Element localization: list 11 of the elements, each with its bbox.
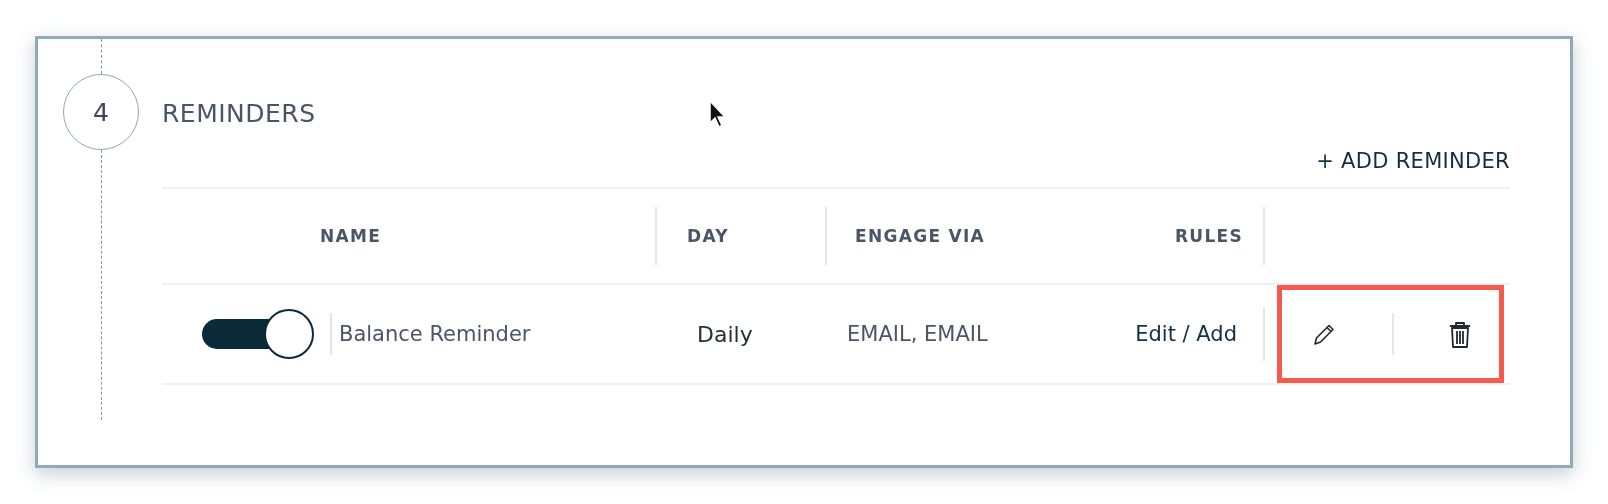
day-cell-text: Daily [696,321,753,347]
rules-link[interactable]: Edit / Add [1135,322,1237,346]
column-header: DAY [687,226,729,246]
reminder-name: Balance Reminder [339,322,531,346]
column-header: ENGAGE VIA [855,226,986,246]
section-title: REMINDERS [162,99,316,129]
column-header: NAME [320,226,382,246]
engage-via-cell-text: EMAIL, EMAIL [846,322,988,346]
toggle-switch[interactable] [202,309,314,359]
add-reminder-button[interactable]: + ADD REMINDER [1316,149,1510,173]
column-header: RULES [1174,226,1243,246]
